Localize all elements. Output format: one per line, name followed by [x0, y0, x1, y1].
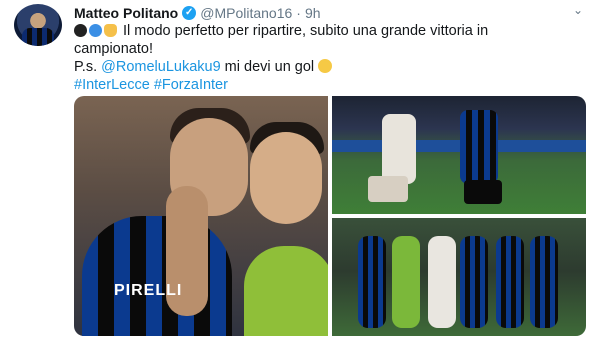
opponent-shorts-shape	[368, 176, 408, 202]
black-circle-icon	[74, 24, 87, 37]
fist-bump-icon	[104, 24, 117, 37]
jersey-sponsor-text: PIRELLI	[114, 282, 183, 299]
tweet-card[interactable]: Matteo Politano ✓ @MPolitano16 · 9h ⌄ Il…	[0, 0, 600, 338]
inter-player-shape	[460, 110, 498, 184]
chevron-down-icon[interactable]: ⌄	[572, 4, 584, 16]
tweet-text-line-2: campionato!	[74, 41, 153, 57]
hashtag-forzainter[interactable]: #ForzaInter	[154, 77, 228, 93]
media-grid: PIRELLI	[74, 96, 586, 336]
ps-suffix: mi devi un gol	[220, 59, 319, 75]
group-player-shape	[358, 236, 386, 328]
photo-celebration[interactable]: PIRELLI	[74, 96, 328, 336]
author-handle[interactable]: @MPolitano16	[200, 5, 292, 21]
group-player-shape	[428, 236, 456, 328]
photo-team-group[interactable]	[332, 218, 586, 336]
header-separator: ·	[296, 5, 301, 21]
ps-prefix: P.s.	[74, 59, 102, 75]
group-player-shape	[496, 236, 524, 328]
tweet-hashtags: #InterLecce #ForzaInter	[74, 76, 584, 94]
photo-match-action[interactable]	[332, 96, 586, 214]
winking-face-icon	[318, 59, 333, 73]
blue-circle-icon	[89, 24, 102, 37]
tweet-text-line-1: Il modo perfetto per ripartire, subito u…	[74, 22, 584, 40]
group-player-shape	[392, 236, 420, 328]
opponent-player-shape	[382, 114, 416, 184]
tweet-time[interactable]: 9h	[305, 5, 321, 21]
avatar-shirt	[22, 28, 54, 46]
hashtag-interlecce[interactable]: #InterLecce	[74, 77, 150, 93]
tweet-text: Il modo perfetto per ripartire, subito u…	[74, 22, 584, 94]
avatar[interactable]	[14, 4, 62, 46]
verified-badge-icon: ✓	[182, 6, 197, 20]
stadium-banner	[332, 140, 586, 152]
tweet-text-main: Il modo perfetto per ripartire, subito u…	[123, 23, 489, 39]
group-player-shape	[530, 236, 558, 328]
teammate-face-shape	[250, 132, 322, 224]
group-player-shape	[460, 236, 488, 328]
tweet-text-ps: P.s. @RomeluLukaku9 mi devi un gol	[74, 58, 584, 76]
mention-link[interactable]: @RomeluLukaku9	[101, 59, 221, 75]
inter-shorts-shape	[464, 180, 502, 204]
author-name[interactable]: Matteo Politano	[74, 5, 178, 21]
tweet-header: Matteo Politano ✓ @MPolitano16 · 9h	[74, 4, 321, 22]
player-jersey-shape	[82, 216, 232, 336]
teammate-bib-shape	[244, 246, 328, 336]
